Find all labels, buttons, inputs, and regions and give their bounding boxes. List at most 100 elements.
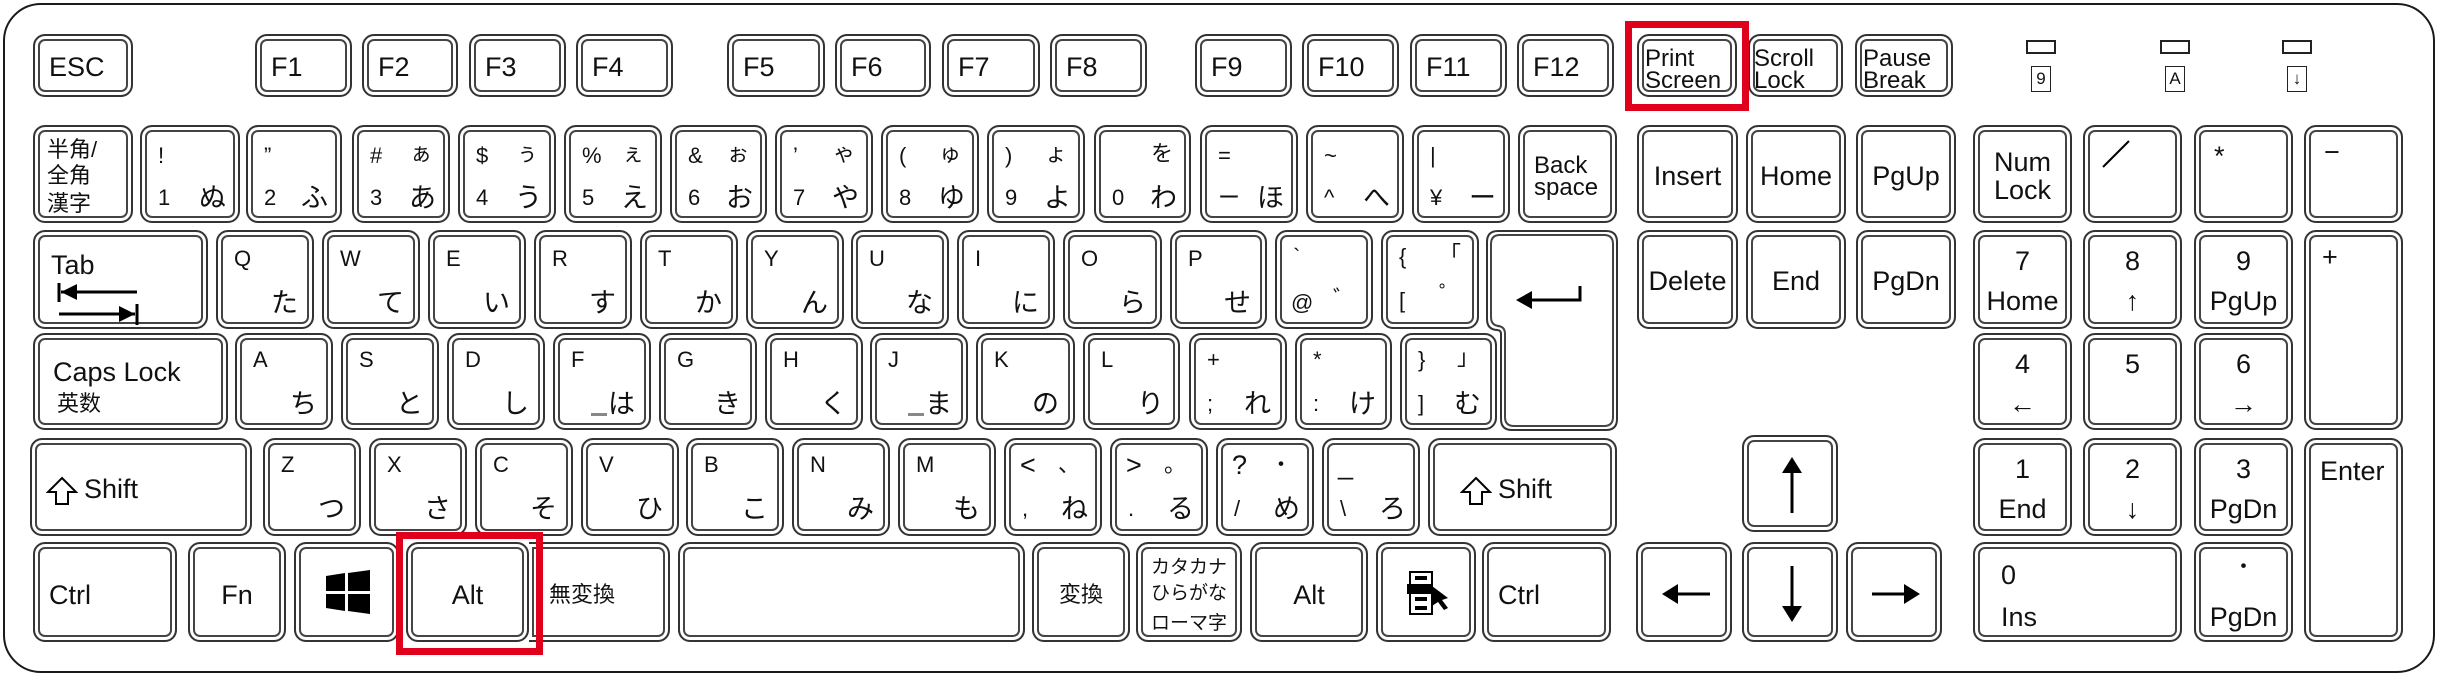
numpad-4-key[interactable]: 4 ← [1973,333,2072,430]
numpad-5-key[interactable]: 5 [2083,333,2182,430]
num-lock-key[interactable]: Num Lock [1973,125,2072,223]
windows-key[interactable] [294,542,399,642]
number-row-key[interactable]: ~ ^ へ [1306,125,1404,223]
f5-key[interactable]: F5 [727,34,825,97]
numpad-enter-key[interactable]: Enter [2304,438,2403,642]
numpad-decimal-key[interactable]: ・ PgDn [2194,542,2293,642]
slash-key[interactable]: ? / ・め [1216,438,1314,536]
colon-key[interactable]: *: け [1295,333,1392,430]
letter-key[interactable]: Yん [746,230,844,329]
at-key[interactable]: ` @ ゛ [1275,230,1373,329]
period-key[interactable]: >. 。る [1110,438,1208,536]
f2-key[interactable]: F2 [362,34,458,97]
number-row-key[interactable]: $4 ぅう [458,125,556,223]
close-bracket-key[interactable]: }] 」む [1400,333,1497,430]
open-bracket-key[interactable]: {[「゜ [1381,230,1479,329]
hankaku-zenkaku-key[interactable]: 半角/全角 漢字 [33,125,133,223]
right-alt-key[interactable]: Alt [1250,542,1368,642]
number-row-key[interactable]: & 6 ぉお [670,125,767,223]
letter-key[interactable]: Wて [322,230,420,329]
letter-key[interactable]: Fは [553,333,651,430]
letter-key[interactable]: Iに [957,230,1055,329]
number-row-key[interactable]: 0をわ [1094,125,1191,223]
home-key[interactable]: Home [1746,125,1846,223]
henkan-key[interactable]: 変換 [1032,542,1130,642]
letter-key[interactable]: Hく [765,333,863,430]
letter-key[interactable]: Cそ [475,438,573,536]
f3-key[interactable]: F3 [469,34,566,97]
page-up-key[interactable]: PgUp [1856,125,1956,223]
number-row-key[interactable]: ” 2 ふ [246,125,342,223]
enter-key[interactable]: Enter [1486,230,1618,431]
letter-key[interactable]: Eい [428,230,526,329]
number-row-key[interactable]: % 5 ぇえ [564,125,662,223]
arrow-right-key[interactable] [1846,542,1942,642]
letter-key[interactable]: Kの [976,333,1075,430]
numpad-7-key[interactable]: 7 Home [1973,230,2072,329]
left-ctrl-key[interactable]: Ctrl [33,542,177,642]
numpad-8-key[interactable]: 8 ↑ [2083,230,2182,329]
letter-key[interactable]: Uな [851,230,949,329]
f12-key[interactable]: F12 [1517,34,1614,97]
numpad-9-key[interactable]: 9 PgUp [2194,230,2293,329]
end-key[interactable]: End [1746,230,1846,329]
semicolon-key[interactable]: +; れ [1189,333,1287,430]
number-row-key[interactable]: | ¥ ー [1412,125,1510,223]
f11-key[interactable]: F11 [1410,34,1507,97]
letter-key[interactable]: Zつ [263,438,361,536]
numpad-1-key[interactable]: 1 End [1973,438,2072,536]
pause-break-key[interactable]: Pause Break [1855,34,1953,97]
numpad-3-key[interactable]: 3 PgDn [2194,438,2293,536]
right-shift-key[interactable]: Shift [1428,438,1617,536]
right-ctrl-key[interactable]: Ctrl [1482,542,1611,642]
letter-key[interactable]: Sと [341,333,439,430]
number-row-key[interactable]: = ーほ [1200,125,1298,223]
numpad-divide-key[interactable] [2083,125,2182,223]
number-row-key[interactable]: (8 ゅゆ [881,125,979,223]
letter-key[interactable]: Pせ [1170,230,1267,329]
delete-key[interactable]: Delete [1637,230,1738,329]
letter-key[interactable]: Aち [235,333,333,430]
f6-key[interactable]: F6 [835,34,931,97]
number-row-key[interactable]: #3 ぁあ [352,125,450,223]
backspace-key[interactable]: Back space [1518,125,1617,223]
arrow-left-key[interactable] [1636,542,1732,642]
numpad-plus-key[interactable]: + [2304,230,2403,430]
insert-key[interactable]: Insert [1637,125,1738,223]
comma-key[interactable]: <, 、ね [1004,438,1102,536]
letter-key[interactable]: Qた [216,230,314,329]
fn-key[interactable]: Fn [188,542,286,642]
numpad-minus-key[interactable]: − [2304,125,2403,223]
numpad-6-key[interactable]: 6 → [2194,333,2293,430]
f1-key[interactable]: F1 [255,34,352,97]
left-shift-key[interactable]: Shift [30,438,252,536]
scroll-lock-key[interactable]: Scroll Lock [1748,34,1843,97]
numpad-0-key[interactable]: 0 Ins [1973,542,2182,642]
letter-key[interactable]: Oら [1063,230,1162,329]
esc-key[interactable]: ESC [33,34,133,97]
kana-key[interactable]: カタカナ ひらがな ローマ字 [1136,542,1242,642]
f4-key[interactable]: F4 [576,34,673,97]
letter-key[interactable]: Bこ [686,438,784,536]
numpad-2-key[interactable]: 2 ↓ [2083,438,2182,536]
letter-key[interactable]: Vひ [581,438,679,536]
number-row-key[interactable]: ’ 7 ゃや [775,125,873,223]
muhenkan-key[interactable]: 無変換 [529,542,670,642]
page-down-key[interactable]: PgDn [1856,230,1956,329]
application-menu-key[interactable] [1376,542,1476,642]
letter-key[interactable]: Nみ [792,438,890,536]
letter-key[interactable]: Xさ [369,438,467,536]
f7-key[interactable]: F7 [942,34,1040,97]
number-row-key[interactable]: ) 9 ょよ [987,125,1085,223]
f8-key[interactable]: F8 [1050,34,1147,97]
letter-key[interactable]: Rす [534,230,632,329]
numpad-multiply-key[interactable]: * [2194,125,2293,223]
space-key[interactable] [678,542,1025,642]
letter-key[interactable]: Gき [659,333,757,430]
letter-key[interactable]: Lり [1083,333,1180,430]
letter-key[interactable]: Tか [640,230,738,329]
letter-key[interactable]: Mも [898,438,996,536]
caps-lock-key[interactable]: Caps Lock 英数 [33,333,228,430]
arrow-down-key[interactable] [1742,542,1838,642]
letter-key[interactable]: Dし [447,333,545,430]
